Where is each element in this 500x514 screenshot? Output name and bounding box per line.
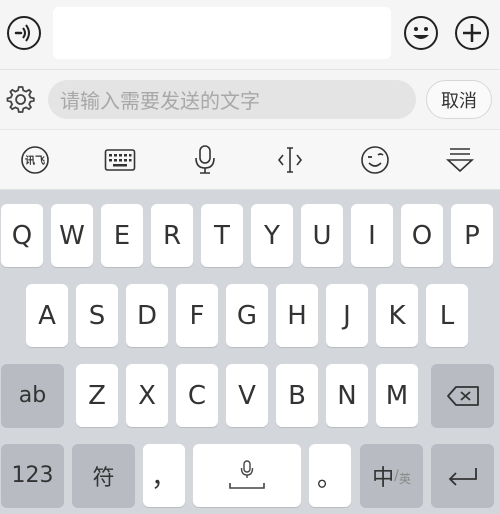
ime-logo-icon[interactable]: 讯飞 (17, 142, 53, 178)
key-n[interactable]: N (326, 364, 368, 427)
enter-icon (448, 467, 477, 486)
enter-key[interactable] (431, 444, 494, 507)
key-p[interactable]: P (451, 204, 493, 267)
chat-input-bar (0, 0, 500, 70)
key-f[interactable]: F (176, 284, 218, 347)
text-entry-field[interactable]: 请输入需要发送的文字 (48, 80, 416, 119)
wink-emoji-icon[interactable] (357, 142, 393, 178)
key-s[interactable]: S (76, 284, 118, 347)
key-q[interactable]: Q (1, 204, 43, 267)
backspace-icon (446, 385, 479, 406)
key-t[interactable]: T (201, 204, 243, 267)
cancel-button[interactable]: 取消 (426, 80, 492, 119)
key-w[interactable]: W (51, 204, 93, 267)
text-cursor-icon[interactable] (272, 142, 308, 178)
key-e[interactable]: E (101, 204, 143, 267)
comma-key[interactable]: ， (143, 444, 185, 507)
microphone-icon[interactable] (187, 142, 223, 178)
key-z[interactable]: Z (76, 364, 118, 427)
key-d[interactable]: D (126, 284, 168, 347)
language-switch-key[interactable]: 中 / 英 (360, 444, 423, 507)
key-j[interactable]: J (326, 284, 368, 347)
plus-icon[interactable] (455, 16, 489, 50)
keyboard-icon[interactable] (102, 142, 138, 178)
key-x[interactable]: X (126, 364, 168, 427)
ab-switch-key[interactable]: ab (1, 364, 64, 427)
key-h[interactable]: H (276, 284, 318, 347)
ime-text-bar: 请输入需要发送的文字 取消 (0, 70, 500, 130)
backspace-key[interactable] (431, 364, 494, 427)
voice-icon[interactable] (7, 16, 41, 50)
hide-keyboard-icon[interactable] (442, 142, 478, 178)
key-y[interactable]: Y (251, 204, 293, 267)
svg-text:讯飞: 讯飞 (25, 154, 45, 167)
symbols-key[interactable]: 符 (72, 444, 135, 507)
keyboard: Q W E R T Y U I O P A S D F G H J K L ab… (0, 190, 500, 514)
key-m[interactable]: M (376, 364, 418, 427)
key-i[interactable]: I (351, 204, 393, 267)
period-key[interactable]: 。 (309, 444, 351, 507)
space-mic-icon (229, 459, 265, 489)
lang-alt-label: 英 (398, 472, 411, 486)
numbers-key[interactable]: 123 (1, 444, 64, 507)
settings-gear-icon[interactable] (5, 84, 35, 114)
lang-main-label: 中 (372, 465, 395, 491)
key-o[interactable]: O (401, 204, 443, 267)
key-l[interactable]: L (426, 284, 468, 347)
ime-toolbar: 讯飞 (0, 130, 500, 190)
key-g[interactable]: G (226, 284, 268, 347)
key-r[interactable]: R (151, 204, 193, 267)
space-key[interactable] (193, 444, 301, 507)
emoji-icon[interactable] (404, 16, 438, 50)
key-k[interactable]: K (376, 284, 418, 347)
message-input[interactable] (53, 7, 391, 59)
key-b[interactable]: B (276, 364, 318, 427)
key-a[interactable]: A (26, 284, 68, 347)
key-c[interactable]: C (176, 364, 218, 427)
key-u[interactable]: U (301, 204, 343, 267)
key-v[interactable]: V (226, 364, 268, 427)
